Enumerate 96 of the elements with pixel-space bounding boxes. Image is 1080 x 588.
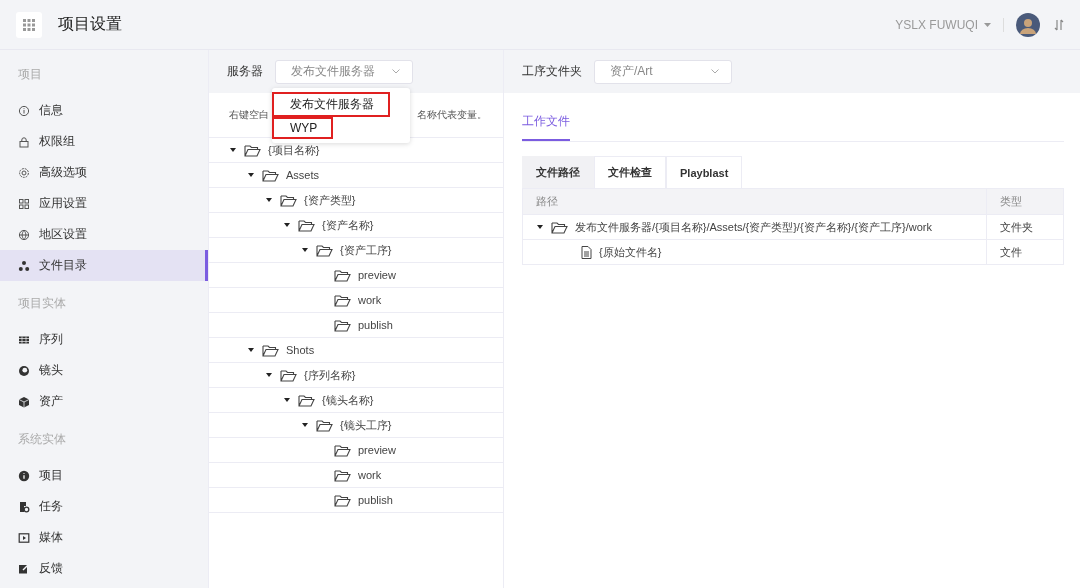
- grid-icon: [23, 18, 35, 31]
- folder-icon: [334, 293, 351, 307]
- sidebar-item[interactable]: 信息: [0, 95, 208, 126]
- task-icon: [18, 500, 30, 513]
- hint-text: 名称代表变量。: [417, 108, 487, 122]
- folder-name[interactable]: {资产工序}: [340, 242, 392, 258]
- sidebar-item[interactable]: 文件目录: [0, 250, 208, 281]
- nodes-icon: [18, 259, 30, 272]
- folder-icon: [280, 368, 297, 382]
- info-solid-icon: [18, 469, 30, 482]
- sidebar-item[interactable]: 应用设置: [0, 188, 208, 219]
- folder-name[interactable]: preview: [358, 444, 396, 456]
- grid-icon: [18, 197, 30, 210]
- section-label: 系统实体: [17, 431, 67, 448]
- server-select[interactable]: 发布文件服务器: [275, 59, 413, 84]
- folder-name[interactable]: Assets: [286, 169, 319, 181]
- folder-name[interactable]: {镜头工序}: [340, 417, 392, 433]
- page-title: 项目设置: [58, 14, 122, 34]
- chevron-down-icon: [711, 69, 719, 74]
- folder-name[interactable]: {资产类型}: [304, 192, 356, 208]
- field-label: 工序文件夹: [522, 63, 582, 80]
- hint-text: 右键空白: [229, 108, 269, 122]
- caret-icon[interactable]: [247, 171, 255, 179]
- dropdown-option[interactable]: 发布文件服务器: [272, 92, 390, 117]
- folder-icon: [334, 318, 351, 332]
- folder-icon: [262, 168, 279, 182]
- folder-name[interactable]: Shots: [286, 344, 315, 356]
- sort-icon[interactable]: [1054, 18, 1064, 31]
- lock-icon: [18, 135, 30, 148]
- sidebar-item[interactable]: 媒体: [0, 522, 208, 553]
- lens-icon: [18, 364, 30, 377]
- caret-icon[interactable]: [301, 246, 309, 254]
- folder-name[interactable]: work: [358, 294, 382, 306]
- gear-icon: [18, 166, 30, 179]
- sidebar-item[interactable]: 反馈: [0, 553, 208, 584]
- edit-icon: [18, 562, 30, 575]
- sidebar-item[interactable]: 序列: [0, 324, 208, 355]
- folder-icon: [280, 193, 297, 207]
- chevron-down-icon: [392, 69, 400, 74]
- folder-name[interactable]: publish: [358, 494, 393, 506]
- folder-icon: [551, 220, 568, 234]
- path-text: {原始文件名}: [599, 244, 662, 260]
- folder-icon: [262, 343, 279, 357]
- caret-icon[interactable]: [283, 396, 291, 404]
- file-icon: [581, 245, 592, 259]
- sidebar-item[interactable]: 任务: [0, 491, 208, 522]
- apps-menu-button[interactable]: [16, 11, 42, 38]
- dropdown-option[interactable]: WYP: [272, 116, 334, 139]
- field-label: 服务器: [227, 63, 263, 80]
- folder-icon: [334, 443, 351, 457]
- type-cell: 文件夹: [986, 214, 1064, 240]
- folder-icon: [334, 468, 351, 482]
- tab[interactable]: 工作文件: [522, 105, 570, 141]
- caret-icon[interactable]: [229, 146, 237, 154]
- path-text: 发布文件服务器/{项目名称}/Assets/{资产类型}/{资产名称}/{资产工序}/work: [575, 219, 932, 235]
- section-label: 项目: [17, 66, 43, 83]
- sidebar-item[interactable]: 项目: [0, 460, 208, 491]
- info-icon: [18, 104, 30, 117]
- folder-name[interactable]: {镜头名称}: [322, 392, 374, 408]
- caret-icon[interactable]: [265, 371, 273, 379]
- caret-icon[interactable]: [265, 196, 273, 204]
- media-icon: [18, 531, 30, 544]
- column-header: 路径: [522, 188, 987, 215]
- sidebar-item[interactable]: 高级选项: [0, 157, 208, 188]
- folder-icon: [244, 143, 261, 157]
- folder-icon: [298, 218, 315, 232]
- type-cell: 文件: [986, 239, 1064, 265]
- folder-name[interactable]: publish: [358, 319, 393, 331]
- sidebar-item[interactable]: 资产: [0, 386, 208, 417]
- caret-icon[interactable]: [283, 221, 291, 229]
- folder-icon: [334, 493, 351, 507]
- sidebar-item[interactable]: 地区设置: [0, 219, 208, 250]
- folder-name[interactable]: {项目名称}: [268, 142, 320, 158]
- caret-icon[interactable]: [247, 346, 255, 354]
- tab[interactable]: Playblast: [666, 156, 743, 188]
- caret-icon[interactable]: [301, 421, 309, 429]
- section-label: 项目实体: [17, 295, 67, 312]
- folder-name[interactable]: {资产名称}: [322, 217, 374, 233]
- caret-icon[interactable]: [536, 223, 544, 231]
- folder-name[interactable]: work: [358, 469, 382, 481]
- sidebar-item[interactable]: 镜头: [0, 355, 208, 386]
- tab[interactable]: 文件检查: [594, 156, 666, 188]
- cube-icon: [18, 395, 30, 408]
- tab[interactable]: 文件路径: [522, 156, 594, 188]
- globe-icon: [18, 228, 30, 241]
- folder-icon: [316, 418, 333, 432]
- caret-icon: [984, 22, 991, 27]
- folder-select[interactable]: 资产/Art: [594, 59, 732, 84]
- folder-name[interactable]: preview: [358, 269, 396, 281]
- sidebar-item[interactable]: 权限组: [0, 126, 208, 157]
- avatar[interactable]: [1016, 12, 1040, 37]
- folder-icon: [298, 393, 315, 407]
- folder-name[interactable]: {序列名称}: [304, 367, 356, 383]
- folder-icon: [334, 268, 351, 282]
- column-header: 类型: [986, 188, 1064, 215]
- folder-icon: [316, 243, 333, 257]
